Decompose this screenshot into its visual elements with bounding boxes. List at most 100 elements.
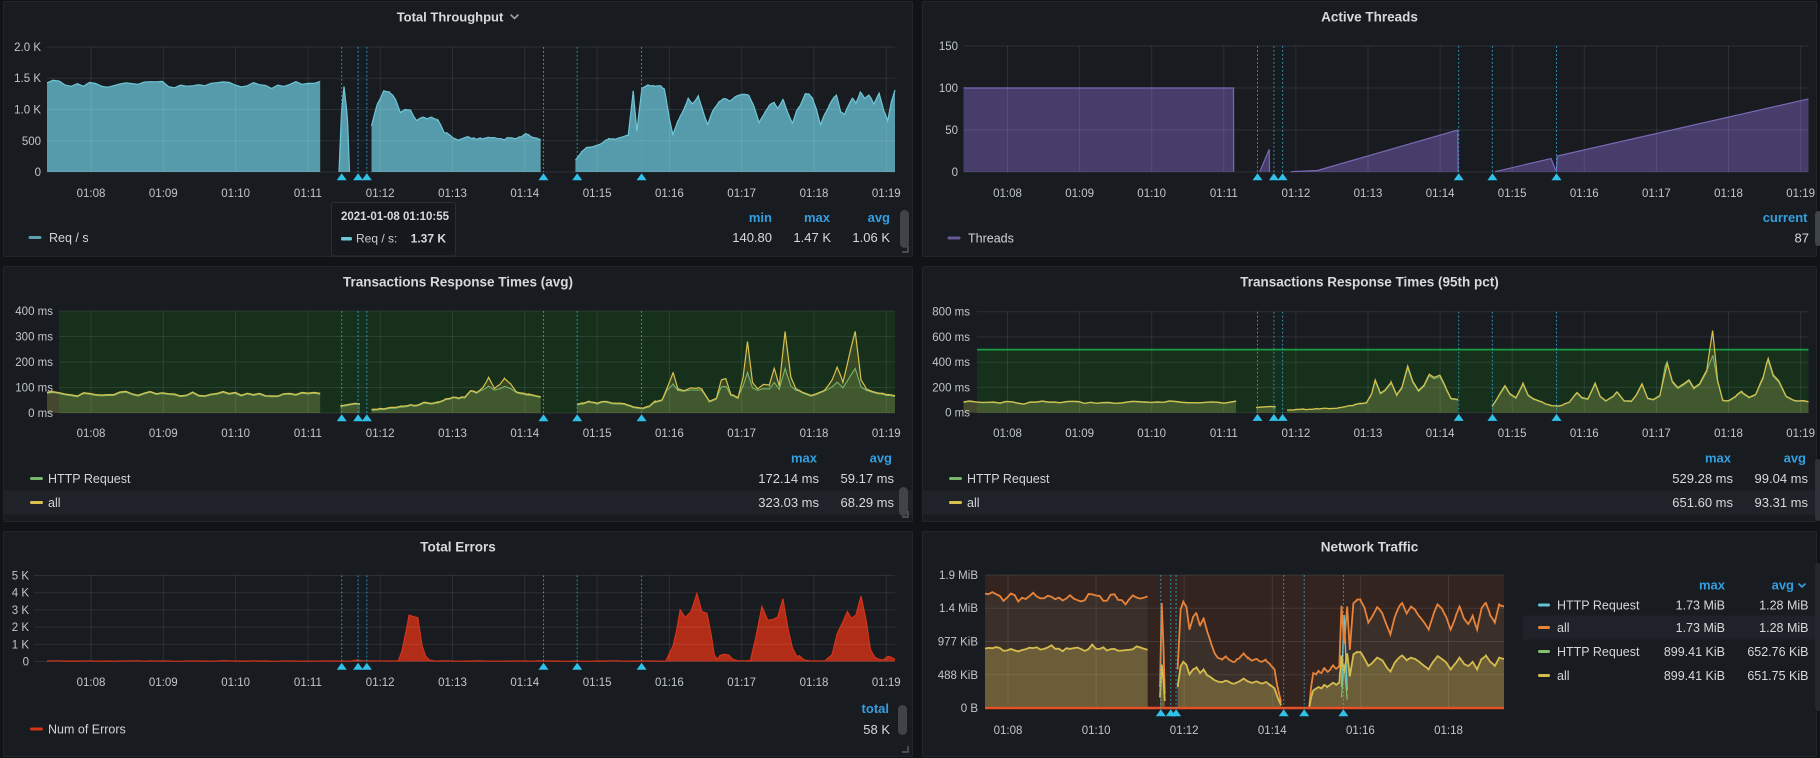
svg-text:150: 150 [939, 41, 958, 53]
svg-text:651.60 ms: 651.60 ms [1672, 495, 1733, 510]
svg-text:01:15: 01:15 [583, 428, 612, 440]
svg-text:01:19: 01:19 [872, 428, 901, 440]
svg-text:HTTP Request: HTTP Request [967, 472, 1050, 486]
svg-text:01:13: 01:13 [438, 428, 467, 440]
svg-text:01:14: 01:14 [510, 188, 539, 200]
svg-text:01:18: 01:18 [1434, 725, 1463, 737]
svg-text:01:08: 01:08 [77, 428, 106, 440]
svg-text:01:10: 01:10 [1082, 725, 1111, 737]
svg-text:01:16: 01:16 [1570, 188, 1599, 200]
svg-text:200 ms: 200 ms [932, 382, 970, 394]
svg-text:01:10: 01:10 [221, 677, 250, 689]
svg-text:100 ms: 100 ms [15, 383, 53, 395]
svg-text:01:12: 01:12 [1282, 428, 1311, 440]
svg-text:total: total [862, 701, 889, 716]
svg-text:all: all [1557, 669, 1570, 683]
svg-text:01:17: 01:17 [1642, 188, 1671, 200]
svg-text:01:14: 01:14 [1426, 188, 1455, 200]
svg-text:Active Threads: Active Threads [1321, 10, 1418, 25]
svg-text:1.28 MiB: 1.28 MiB [1759, 599, 1808, 613]
svg-text:68.29 ms: 68.29 ms [841, 495, 895, 510]
svg-text:01:13: 01:13 [1354, 428, 1383, 440]
svg-text:avg: avg [1784, 451, 1806, 466]
svg-text:01:18: 01:18 [800, 188, 829, 200]
svg-text:400 ms: 400 ms [15, 306, 53, 318]
svg-text:max: max [1699, 578, 1726, 593]
svg-text:01:12: 01:12 [366, 677, 395, 689]
svg-text:01:15: 01:15 [583, 188, 612, 200]
svg-text:01:19: 01:19 [1786, 428, 1815, 440]
svg-text:01:19: 01:19 [872, 677, 901, 689]
svg-text:58 K: 58 K [863, 722, 890, 737]
svg-text:300 ms: 300 ms [15, 332, 53, 344]
svg-text:01:11: 01:11 [1210, 188, 1238, 200]
svg-text:1.73 MiB: 1.73 MiB [1676, 621, 1725, 635]
svg-text:488 KiB: 488 KiB [938, 670, 979, 682]
svg-text:Threads: Threads [968, 232, 1014, 246]
svg-text:Req / s:: Req / s: [356, 232, 397, 246]
svg-text:1.37 K: 1.37 K [411, 232, 447, 246]
svg-text:01:08: 01:08 [993, 188, 1022, 200]
svg-text:400 ms: 400 ms [932, 357, 970, 369]
svg-text:01:10: 01:10 [221, 188, 250, 200]
svg-text:01:10: 01:10 [221, 428, 250, 440]
svg-text:1.73 MiB: 1.73 MiB [1676, 599, 1725, 613]
svg-text:01:16: 01:16 [1346, 725, 1375, 737]
svg-text:899.41 KiB: 899.41 KiB [1664, 669, 1725, 683]
svg-text:min: min [749, 210, 772, 225]
svg-text:Req / s: Req / s [49, 231, 89, 245]
svg-text:01:08: 01:08 [994, 725, 1023, 737]
svg-text:800 ms: 800 ms [932, 307, 970, 319]
svg-text:max: max [791, 451, 818, 466]
svg-text:01:12: 01:12 [1282, 188, 1311, 200]
svg-text:all: all [967, 496, 980, 510]
svg-text:01:10: 01:10 [1137, 428, 1166, 440]
svg-text:01:11: 01:11 [294, 677, 322, 689]
svg-text:0: 0 [23, 657, 29, 669]
svg-text:Network Traffic: Network Traffic [1321, 540, 1419, 555]
svg-text:977 KiB: 977 KiB [938, 637, 979, 649]
svg-text:01:12: 01:12 [366, 188, 395, 200]
svg-text:01:16: 01:16 [655, 428, 684, 440]
svg-text:HTTP Request: HTTP Request [48, 472, 131, 486]
svg-text:01:14: 01:14 [1426, 428, 1455, 440]
svg-text:93.31 ms: 93.31 ms [1755, 495, 1809, 510]
svg-text:01:11: 01:11 [1210, 428, 1238, 440]
svg-text:899.41 KiB: 899.41 KiB [1664, 645, 1725, 659]
svg-text:99.04 ms: 99.04 ms [1755, 471, 1809, 486]
svg-text:323.03 ms: 323.03 ms [758, 495, 819, 510]
svg-text:01:13: 01:13 [438, 677, 467, 689]
svg-text:01:18: 01:18 [800, 428, 829, 440]
svg-text:01:09: 01:09 [149, 677, 178, 689]
svg-text:01:17: 01:17 [727, 188, 756, 200]
svg-text:0 ms: 0 ms [945, 408, 970, 420]
svg-text:1.28 MiB: 1.28 MiB [1759, 621, 1808, 635]
svg-text:200 ms: 200 ms [15, 357, 53, 369]
svg-text:01:08: 01:08 [993, 428, 1022, 440]
svg-text:current: current [1763, 210, 1808, 225]
svg-text:01:09: 01:09 [1065, 428, 1094, 440]
svg-text:0: 0 [952, 167, 958, 179]
svg-text:01:15: 01:15 [1498, 188, 1527, 200]
svg-text:2.0 K: 2.0 K [14, 42, 41, 54]
svg-text:3 K: 3 K [12, 605, 30, 617]
svg-text:all: all [48, 496, 61, 510]
svg-text:01:19: 01:19 [872, 188, 901, 200]
svg-text:1.0 K: 1.0 K [14, 105, 41, 117]
svg-text:01:13: 01:13 [1354, 188, 1383, 200]
svg-text:4 K: 4 K [12, 588, 30, 600]
svg-text:01:09: 01:09 [1065, 188, 1094, 200]
svg-text:1.5 K: 1.5 K [14, 73, 41, 85]
svg-text:01:08: 01:08 [77, 677, 106, 689]
svg-text:Total Throughput: Total Throughput [397, 10, 504, 25]
svg-text:2 K: 2 K [12, 622, 30, 634]
svg-text:1 K: 1 K [12, 639, 30, 651]
svg-text:HTTP Request: HTTP Request [1557, 645, 1640, 659]
svg-text:01:19: 01:19 [1786, 188, 1815, 200]
svg-text:01:09: 01:09 [149, 428, 178, 440]
svg-text:01:17: 01:17 [1642, 428, 1671, 440]
svg-text:01:13: 01:13 [438, 188, 467, 200]
svg-text:0 B: 0 B [961, 703, 979, 715]
svg-text:01:11: 01:11 [294, 188, 322, 200]
svg-text:01:09: 01:09 [149, 188, 178, 200]
